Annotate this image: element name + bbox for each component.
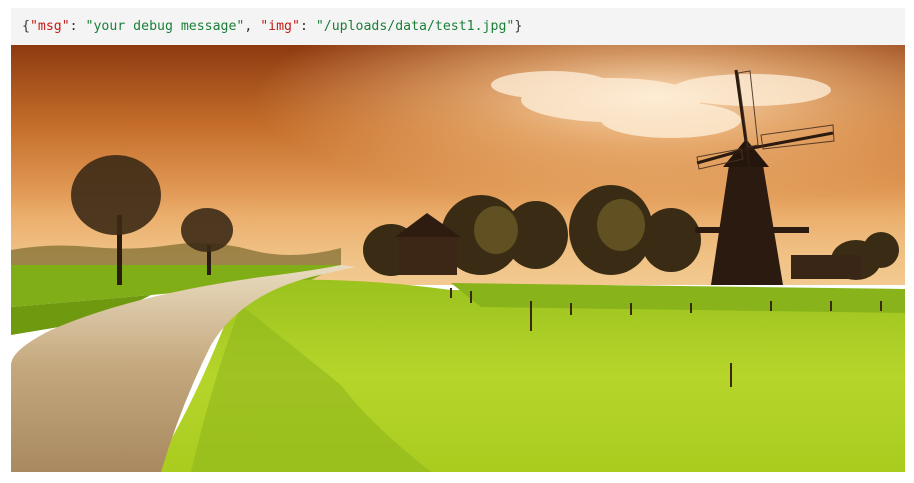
msg-key: "msg" (29, 19, 70, 34)
img-value: "/uploads/data/test1.jpg" (315, 19, 515, 34)
msg-value: "your debug message" (85, 19, 245, 34)
comma-separator: , (244, 19, 261, 34)
img-separator: : (299, 19, 316, 34)
windmill-landscape-image (11, 45, 905, 472)
close-brace: } (514, 19, 523, 34)
landscape-photo (11, 45, 905, 472)
open-brace: { (22, 19, 30, 34)
right-building (791, 255, 861, 279)
img-key: "img" (260, 19, 300, 34)
json-output-block: {"msg": "your debug message", "img": "/u… (11, 8, 905, 45)
msg-separator: : (69, 19, 86, 34)
